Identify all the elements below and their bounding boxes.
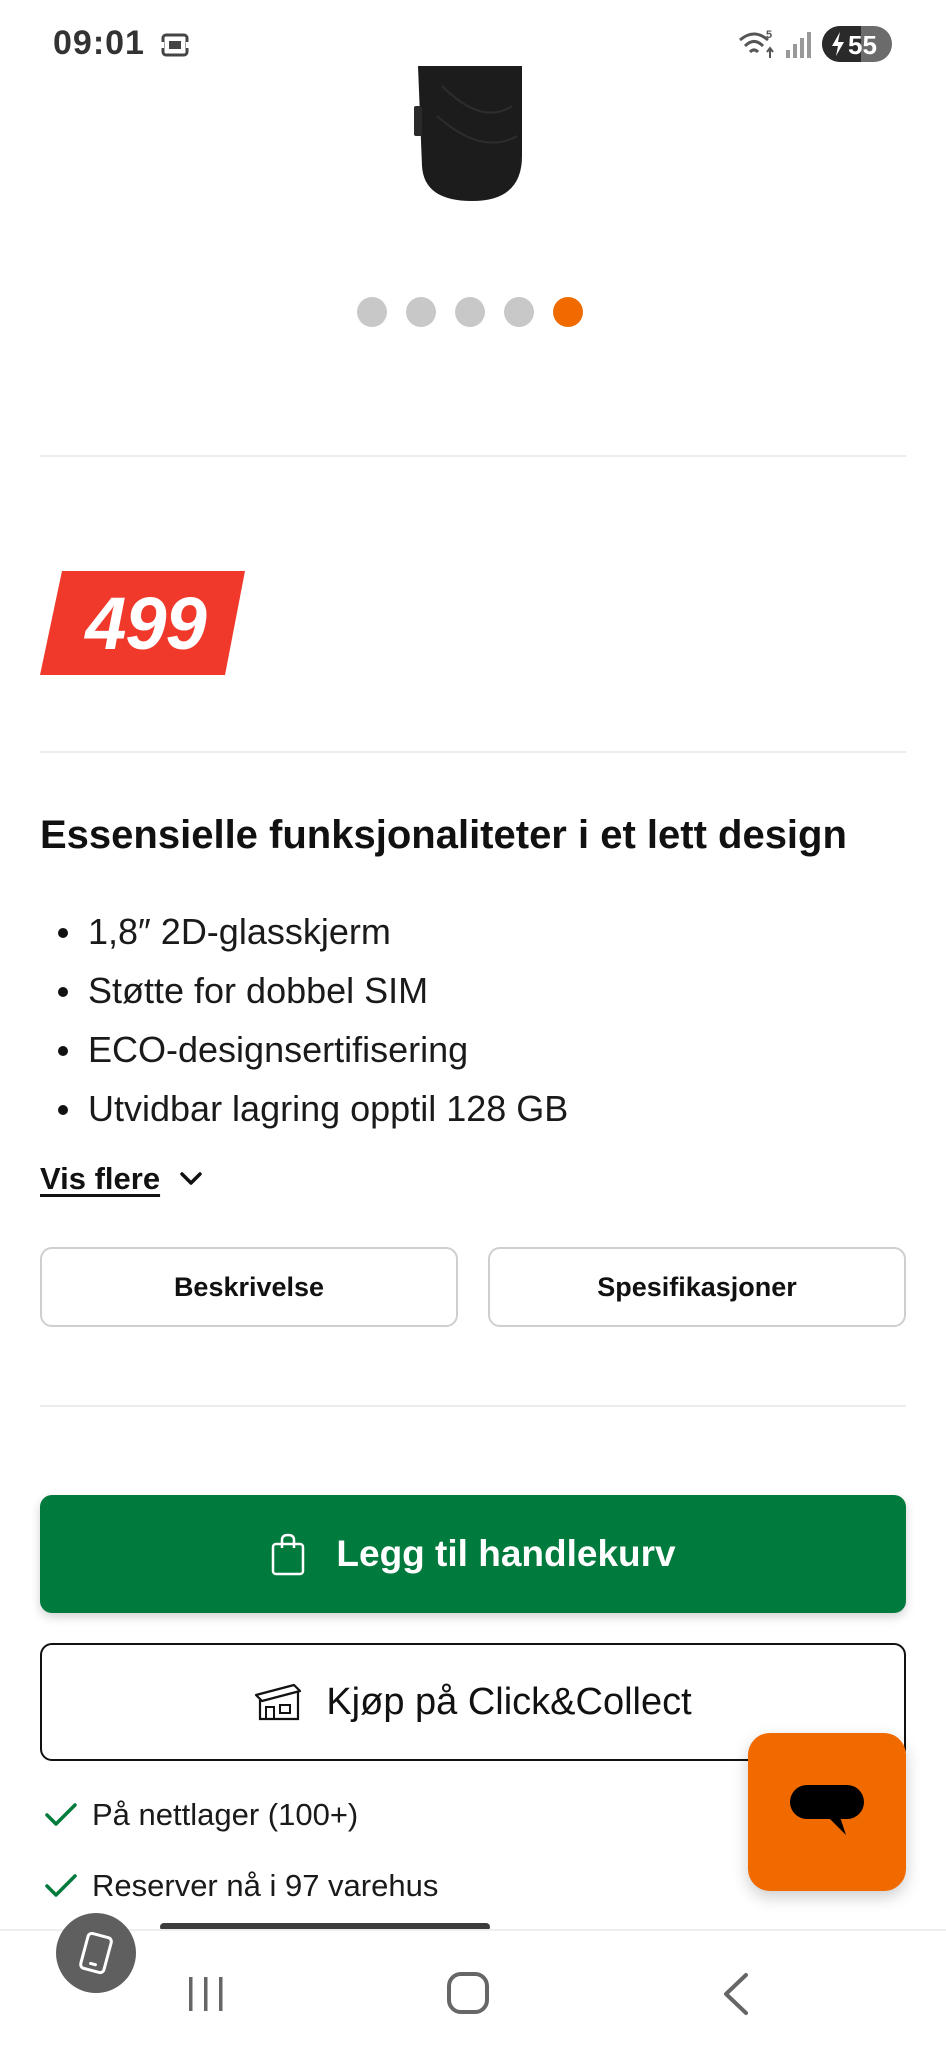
battery-level: 55 bbox=[848, 30, 877, 60]
feature-item: ECO-designsertifisering bbox=[56, 1020, 568, 1079]
show-more-label: Vis flere bbox=[40, 1161, 161, 1196]
recent-apps-icon[interactable] bbox=[187, 1973, 225, 2013]
stock-online: På nettlager (100+) bbox=[44, 1797, 358, 1833]
home-icon[interactable] bbox=[447, 1972, 489, 2014]
stock-reserve-text: Reserver nå i 97 varehus bbox=[92, 1868, 439, 1903]
back-chevron-icon[interactable] bbox=[720, 1971, 750, 2017]
shopping-bag-icon bbox=[272, 1533, 305, 1576]
divider bbox=[40, 1405, 906, 1407]
product-image[interactable] bbox=[412, 66, 532, 206]
chevron-down-icon bbox=[180, 1172, 202, 1185]
specifications-button[interactable]: Spesifikasjoner bbox=[488, 1247, 906, 1327]
system-navigation-bar bbox=[0, 1929, 946, 2049]
feature-item: Støtte for dobbel SIM bbox=[56, 961, 568, 1020]
add-to-cart-button[interactable]: Legg til handlekurv bbox=[40, 1495, 906, 1613]
carousel-dot[interactable] bbox=[504, 297, 534, 327]
click-collect-label: Kjøp på Click&Collect bbox=[326, 1680, 692, 1723]
carousel-dot[interactable] bbox=[406, 297, 436, 327]
divider bbox=[40, 455, 906, 457]
carousel-pagination bbox=[357, 297, 583, 327]
signal-icon bbox=[786, 32, 811, 58]
store-icon bbox=[255, 1683, 302, 1721]
check-icon bbox=[45, 1874, 77, 1897]
description-button[interactable]: Beskrivelse bbox=[40, 1247, 458, 1327]
add-to-cart-label: Legg til handlekurv bbox=[336, 1533, 676, 1574]
check-icon bbox=[45, 1803, 77, 1826]
floating-phone-button[interactable] bbox=[56, 1913, 136, 1993]
carousel-dot[interactable] bbox=[455, 297, 485, 327]
price-badge: 499 bbox=[40, 571, 245, 675]
carousel-dot[interactable] bbox=[357, 297, 387, 327]
stock-online-text: På nettlager (100+) bbox=[92, 1797, 359, 1832]
wifi-icon: 5 bbox=[739, 29, 774, 58]
screenshot-icon bbox=[160, 33, 190, 57]
divider bbox=[40, 751, 906, 753]
feature-item: Utvidbar lagring opptil 128 GB bbox=[56, 1079, 568, 1138]
phone-icon bbox=[79, 1931, 113, 1975]
carousel-dot[interactable] bbox=[553, 297, 583, 327]
chat-button[interactable] bbox=[748, 1733, 906, 1891]
show-more-button[interactable]: Vis flere bbox=[40, 1161, 204, 1197]
features-title: Essensielle funksjonaliteter i et lett d… bbox=[40, 813, 847, 857]
charging-icon bbox=[832, 32, 844, 56]
status-time: 09:01 bbox=[53, 24, 145, 62]
features-list: 1,8″ 2D-glasskjerm Støtte for dobbel SIM… bbox=[56, 902, 568, 1138]
wifi-badge: 5 bbox=[766, 29, 772, 41]
battery-indicator: 55 bbox=[822, 26, 892, 62]
price-value: 499 bbox=[85, 581, 206, 665]
feature-item: 1,8″ 2D-glasskjerm bbox=[56, 902, 568, 961]
stock-reserve[interactable]: Reserver nå i 97 varehus bbox=[44, 1868, 438, 1904]
chat-bubble-icon bbox=[790, 1785, 864, 1835]
